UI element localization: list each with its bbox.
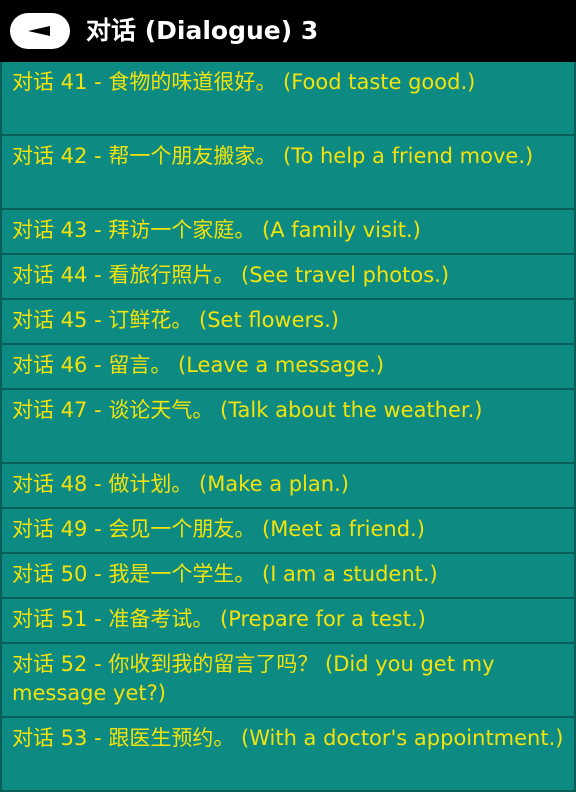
- list-item[interactable]: 对话 41 - 食物的味道很好。 (Food taste good.): [0, 62, 576, 136]
- list-item[interactable]: 对话 47 - 谈论天气。 (Talk about the weather.): [0, 390, 576, 464]
- list-item[interactable]: 对话 49 - 会见一个朋友。 (Meet a friend.): [0, 509, 576, 554]
- list-item[interactable]: 对话 45 - 订鲜花。 (Set flowers.): [0, 300, 576, 345]
- dialogue-list: 对话 41 - 食物的味道很好。 (Food taste good.) 对话 4…: [0, 62, 576, 792]
- list-item[interactable]: 对话 50 - 我是一个学生。 (I am a student.): [0, 554, 576, 599]
- header-bar: 对话 (Dialogue) 3: [0, 0, 576, 62]
- list-item[interactable]: 对话 53 - 跟医生预约。 (With a doctor's appointm…: [0, 718, 576, 792]
- back-button[interactable]: [10, 13, 70, 49]
- list-item[interactable]: 对话 42 - 帮一个朋友搬家。 (To help a friend move.…: [0, 136, 576, 210]
- list-item[interactable]: 对话 51 - 准备考试。 (Prepare for a test.): [0, 599, 576, 644]
- page-title: 对话 (Dialogue) 3: [86, 16, 319, 45]
- list-item[interactable]: 对话 52 - 你收到我的留言了吗？ (Did you get my messa…: [0, 644, 576, 718]
- list-item[interactable]: 对话 46 - 留言。 (Leave a message.): [0, 345, 576, 390]
- list-item[interactable]: 对话 44 - 看旅行照片。 (See travel photos.): [0, 255, 576, 300]
- list-item[interactable]: 对话 48 - 做计划。 (Make a plan.): [0, 464, 576, 509]
- list-item[interactable]: 对话 43 - 拜访一个家庭。 (A family visit.): [0, 210, 576, 255]
- back-arrow-icon: [28, 26, 50, 36]
